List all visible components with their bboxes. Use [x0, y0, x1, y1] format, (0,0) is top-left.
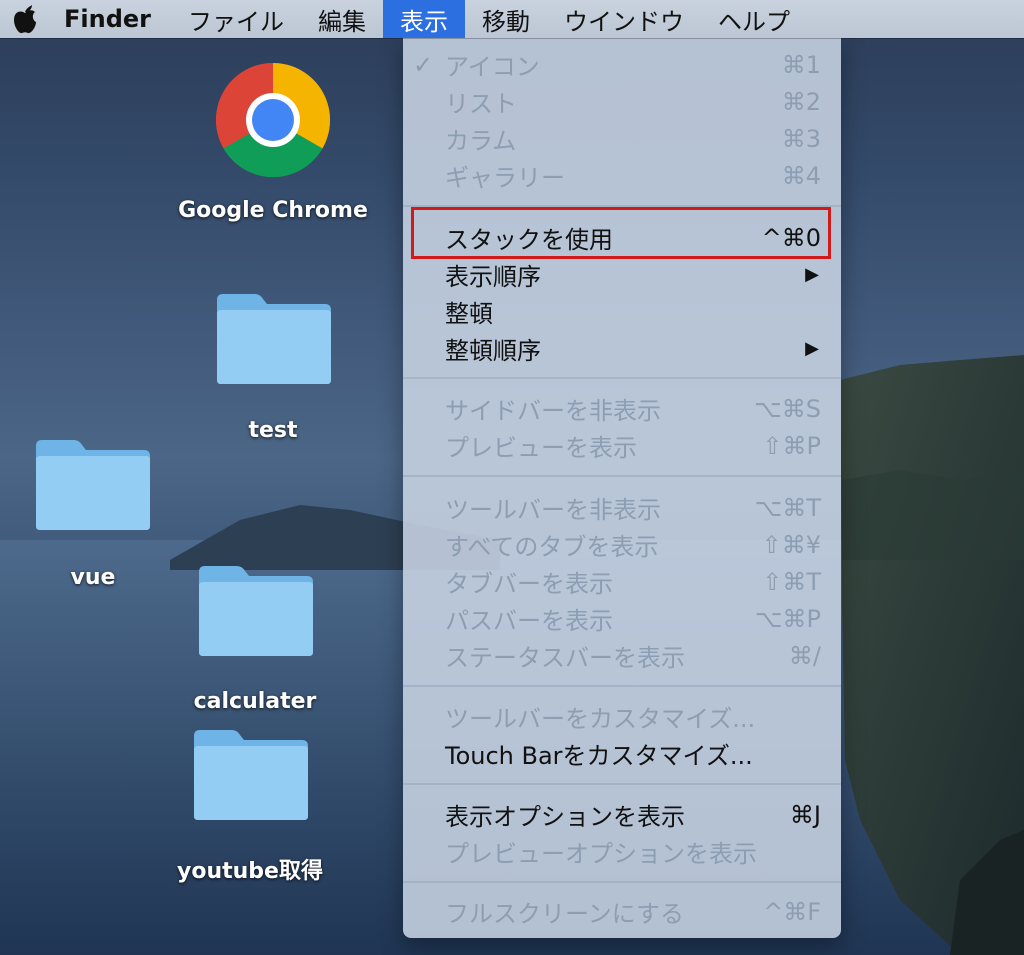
menu-item-label: Touch Barをカスタマイズ... — [445, 742, 753, 770]
menu-item-label: 整頓順序 — [445, 337, 541, 365]
menu-item-label: 表示オプションを表示 — [445, 803, 685, 831]
menu-item-shortcut: ^⌘F — [763, 897, 821, 926]
checkmark-icon: ✓ — [413, 50, 434, 79]
submenu-arrow-icon: ▶ — [805, 264, 819, 285]
menu-item-show-all-tabs[interactable]: すべてのタブを表示 ⇧⌘¥ — [403, 526, 841, 563]
apple-menu[interactable] — [0, 0, 52, 38]
menu-item-shortcut: ⇧⌘T — [762, 567, 821, 596]
menu-item-label: フルスクリーンにする — [445, 900, 685, 928]
menu-file[interactable]: ファイル — [171, 0, 301, 38]
menu-item-shortcut: ⌘2 — [781, 87, 821, 116]
menu-item-label: すべてのタブを表示 — [445, 533, 659, 561]
menu-view[interactable]: 表示 — [383, 0, 465, 38]
menu-finder[interactable]: Finder — [52, 0, 171, 38]
menu-item-show-preview-options[interactable]: プレビューオプションを表示 — [403, 833, 841, 870]
menu-bar: Finder ファイル 編集 表示 移動 ウインドウ ヘルプ — [0, 0, 1024, 38]
menu-item-label: ツールバーを非表示 — [445, 496, 661, 524]
menu-item-show-path-bar[interactable]: パスバーを表示 ⌥⌘P — [403, 600, 841, 637]
menu-item-show-preview[interactable]: プレビューを表示 ⇧⌘P — [403, 427, 841, 464]
menu-item-sort-by[interactable]: 表示順序 ▶ — [403, 256, 841, 293]
menu-item-shortcut: ⌘3 — [781, 124, 821, 153]
menu-item-label: パスバーを表示 — [445, 607, 613, 635]
menu-edit[interactable]: 編集 — [301, 0, 383, 38]
menu-item-shortcut: ⌘4 — [781, 161, 821, 190]
menu-item-show-status-bar[interactable]: ステータスバーを表示 ⌘/ — [403, 637, 841, 674]
menu-item-icon-view[interactable]: ✓ アイコン ⌘1 — [403, 46, 841, 83]
menu-item-shortcut: ⌘J — [789, 800, 821, 829]
menu-separator — [403, 881, 841, 883]
menu-help[interactable]: ヘルプ — [701, 0, 807, 38]
desktop-icon-label: youtube取得 — [177, 859, 323, 884]
apple-icon — [14, 5, 36, 34]
menu-item-label: リスト — [445, 90, 517, 118]
menu-go[interactable]: 移動 — [465, 0, 547, 38]
menu-item-show-tab-bar[interactable]: タブバーを表示 ⇧⌘T — [403, 563, 841, 600]
menu-item-shortcut: ⌥⌘T — [754, 493, 821, 522]
menu-item-label: プレビューオプションを表示 — [445, 840, 757, 868]
menu-item-label: 表示順序 — [445, 263, 541, 291]
chrome-icon — [215, 62, 331, 178]
menu-item-hide-toolbar[interactable]: ツールバーを非表示 ⌥⌘T — [403, 489, 841, 526]
menu-item-hide-sidebar[interactable]: サイドバーを非表示 ⌥⌘S — [403, 390, 841, 427]
desktop-icon-label: test — [248, 418, 298, 443]
menu-item-customize-touch-bar[interactable]: Touch Barをカスタマイズ... — [403, 735, 841, 772]
menu-item-label: アイコン — [445, 53, 540, 81]
menu-item-clean-up-by[interactable]: 整頓順序 ▶ — [403, 330, 841, 367]
menu-item-label: タブバーを表示 — [445, 570, 613, 598]
menu-separator — [403, 377, 841, 379]
menu-item-label: カラム — [445, 127, 517, 155]
menu-item-label: ツールバーをカスタマイズ... — [445, 705, 756, 733]
menu-item-shortcut: ⌥⌘S — [754, 394, 821, 423]
menu-item-label: ギャラリー — [445, 164, 565, 192]
menu-item-shortcut: ⌘1 — [781, 50, 821, 79]
desktop-icon-label: Google Chrome — [178, 198, 368, 223]
menu-item-enter-full-screen[interactable]: フルスクリーンにする ^⌘F — [403, 893, 841, 930]
menu-item-label: ステータスバーを表示 — [445, 644, 685, 672]
menu-separator — [403, 783, 841, 785]
menu-item-gallery-view[interactable]: ギャラリー ⌘4 — [403, 157, 841, 194]
menu-window[interactable]: ウインドウ — [547, 0, 701, 38]
menu-item-shortcut: ⇧⌘P — [762, 431, 821, 460]
menu-item-shortcut: ⌥⌘P — [754, 604, 821, 633]
menu-item-list-view[interactable]: リスト ⌘2 — [403, 83, 841, 120]
folder-icon — [217, 294, 331, 384]
folder-icon — [194, 730, 308, 820]
menu-separator — [403, 685, 841, 687]
menu-item-customize-toolbar[interactable]: ツールバーをカスタマイズ... — [403, 698, 841, 735]
folder-icon — [199, 566, 313, 656]
folder-icon — [36, 440, 150, 530]
menu-item-clean-up[interactable]: 整頓 — [403, 293, 841, 330]
menu-item-shortcut: ⇧⌘¥ — [761, 530, 821, 559]
desktop-icon-label: vue — [70, 565, 116, 590]
highlight-annotation-box — [411, 207, 831, 259]
menu-item-column-view[interactable]: カラム ⌘3 — [403, 120, 841, 157]
view-menu-dropdown: ✓ アイコン ⌘1 リスト ⌘2 カラム ⌘3 ギャラリー ⌘4 スタックを使用… — [403, 38, 841, 938]
menu-separator — [403, 475, 841, 477]
submenu-arrow-icon: ▶ — [805, 338, 819, 359]
menu-item-show-view-options[interactable]: 表示オプションを表示 ⌘J — [403, 796, 841, 833]
menu-item-shortcut: ⌘/ — [788, 641, 821, 670]
desktop-icon-label: calculater — [193, 689, 317, 714]
menu-item-label: 整頓 — [445, 300, 493, 328]
menu-item-label: サイドバーを非表示 — [445, 397, 661, 425]
menu-item-label: プレビューを表示 — [445, 434, 637, 462]
